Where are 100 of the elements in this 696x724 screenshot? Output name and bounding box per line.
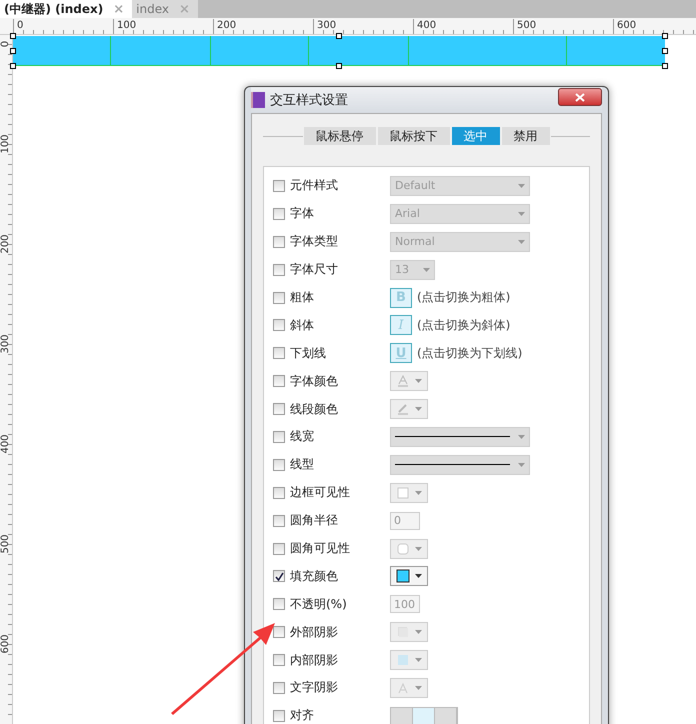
border-dropdown[interactable] [390,482,428,503]
property-label: 填充颜色 [290,568,339,585]
ruler-label: 600 [0,633,12,656]
text-shadow-dropdown[interactable] [390,678,428,698]
checkbox[interactable] [273,458,285,471]
checkbox[interactable] [273,208,285,220]
line-dropdown[interactable] [390,426,530,447]
selection-handle[interactable] [10,48,16,54]
checkbox[interactable] [273,236,285,248]
font-color-dropdown[interactable] [390,371,428,392]
checkbox[interactable] [273,486,285,499]
ruler-label: 500 [0,533,12,556]
property-label: 字体尺寸 [290,261,339,278]
checkbox[interactable] [273,375,285,388]
checkbox[interactable] [273,570,285,582]
style-dropdown[interactable]: Normal [390,232,530,252]
state-tab[interactable]: 鼠标悬停 [304,127,376,145]
align-left-button[interactable] [391,708,413,724]
selection-handle[interactable] [336,63,342,69]
checkbox[interactable] [273,598,285,610]
close-icon [575,92,585,102]
checkbox[interactable] [273,430,285,443]
caret-icon [415,546,422,551]
close-icon[interactable]: × [179,2,190,16]
ruler-label: 400 [0,433,12,456]
state-tab[interactable]: 鼠标按下 [378,127,450,145]
caret-icon [415,490,422,495]
ruler-label: 200 [0,233,12,256]
caret-icon [423,268,430,272]
style-dropdown[interactable]: Arial [390,204,530,224]
property-label: 字体 [290,205,315,222]
document-tab[interactable]: (中继器) (index) × [0,0,132,18]
property-label: 内部阴影 [290,652,339,669]
bold-toggle[interactable]: B [390,288,412,308]
ruler-label: 300 [313,19,336,33]
checkbox[interactable] [273,319,285,332]
checkbox[interactable] [273,347,285,360]
outer-shadow-dropdown[interactable] [390,622,428,642]
caret-icon [415,686,422,690]
caret-icon [518,212,525,216]
property-label: 线段颜色 [290,400,339,418]
selection-handle[interactable] [662,63,668,69]
check-icon [274,572,284,581]
line-color-dropdown[interactable] [390,399,428,420]
inner-shadow-icon [398,655,408,666]
number-field[interactable]: 0 [390,512,420,530]
property-label: 字体类型 [290,233,339,250]
inner-shadow-dropdown[interactable] [390,650,428,670]
checkbox[interactable] [273,542,285,555]
caret-icon [518,184,525,188]
line-dropdown[interactable] [390,454,530,475]
checkbox[interactable] [273,180,285,192]
corner-dropdown[interactable] [390,538,428,559]
selection-handle[interactable] [336,33,342,39]
checkbox[interactable] [273,264,285,276]
toggle-hint: (点击切换为斜体) [417,316,510,334]
ruler-label: 600 [613,19,636,33]
italic-toggle[interactable]: I [390,315,412,336]
align-center-button[interactable] [413,708,435,724]
property-label: 字体颜色 [290,372,339,390]
style-dropdown[interactable]: Default [390,176,530,196]
document-tab[interactable]: index × [132,0,198,18]
checkbox[interactable] [273,710,285,722]
checkbox[interactable] [273,626,285,638]
ruler-label: 300 [0,333,12,356]
selection-handle[interactable] [10,63,16,69]
caret-icon [415,630,422,634]
size-dropdown[interactable]: 13 [390,260,435,280]
text-shadow-icon [398,682,408,694]
property-label: 圆角可见性 [290,540,351,558]
state-tab[interactable]: 选中 [452,127,500,145]
property-label: 对齐 [290,707,315,724]
state-tab[interactable]: 禁用 [502,127,550,145]
property-label: 圆角半径 [290,512,339,530]
property-label: 边框可见性 [290,484,351,502]
align-right-button[interactable] [435,708,457,724]
fill-color-dropdown[interactable] [390,566,428,586]
checkbox[interactable] [273,403,285,416]
number-field[interactable]: 100 [390,595,420,614]
checkbox[interactable] [273,682,285,694]
toggle-hint: (点击切换为粗体) [417,289,510,306]
caret-icon [415,574,422,578]
caret-icon [415,658,422,662]
selection-handle[interactable] [10,33,16,39]
property-label: 粗体 [290,289,315,306]
selection-handle[interactable] [662,48,668,54]
selection-handle[interactable] [662,33,668,39]
font-color-icon [398,375,408,388]
ruler-label: 100 [0,133,12,156]
corner-icon [397,543,408,554]
checkbox[interactable] [273,514,285,527]
ruler-label: 500 [513,19,536,33]
border-icon [397,487,408,498]
close-button[interactable] [558,88,602,106]
line-color-icon [398,404,408,416]
checkbox[interactable] [273,292,285,304]
property-label: 线宽 [290,428,315,446]
checkbox[interactable] [273,654,285,666]
underline-toggle[interactable]: U [390,343,412,364]
close-icon[interactable]: × [113,2,124,16]
